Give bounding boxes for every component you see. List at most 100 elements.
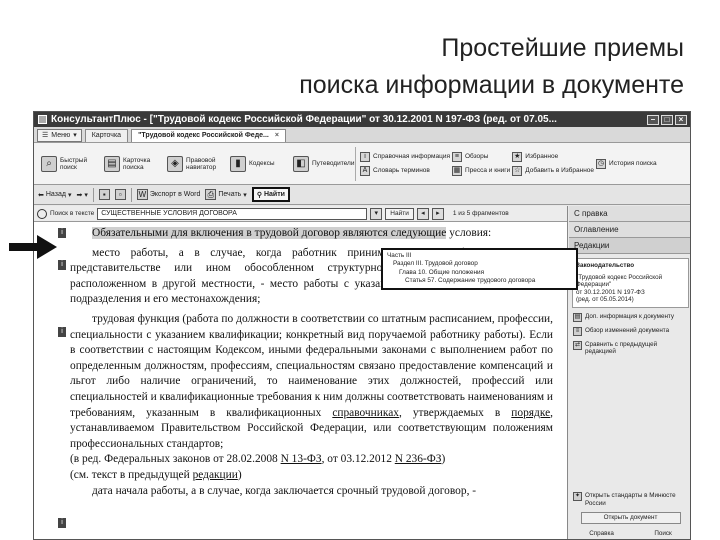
- side-footer: Справка Поиск: [569, 527, 690, 539]
- document-toolbar: ⬅ Назад ▾ ➡ ▾ ▪ ▫ W Экспорт в Word ⎙ Печ…: [34, 185, 690, 205]
- side-item-label: Доп. информация к документу: [585, 312, 675, 320]
- side-panel: С правка Оглавление Редакции Законодател…: [569, 206, 690, 539]
- folder-button[interactable]: ▫: [114, 189, 126, 200]
- window-title: КонсультантПлюс - ["Трудовой кодекс Росс…: [51, 114, 557, 125]
- side-box-title: Законодательство: [576, 262, 635, 269]
- tab-document[interactable]: "Трудовой кодекс Российской Феде... ×: [131, 129, 286, 142]
- edition-text: , от 03.12.2012: [321, 453, 392, 466]
- codes-button[interactable]: ▮ Кодексы: [227, 154, 288, 174]
- document-icon: ▤: [573, 312, 582, 322]
- tab-contents[interactable]: Оглавление: [569, 222, 690, 238]
- back-button[interactable]: ⬅ Назад ▾: [38, 191, 71, 199]
- menu-button[interactable]: ☰ Меню ▾: [37, 129, 82, 142]
- info-icon[interactable]: i: [58, 518, 66, 528]
- side-item-label: Сравнить с предыдущей редакцией: [585, 340, 658, 356]
- next-fragment-icon[interactable]: ▸: [431, 207, 444, 220]
- close-icon[interactable]: ×: [275, 132, 279, 139]
- previous-edition-note: (см. текст в предыдущей редакции): [70, 468, 553, 484]
- ribbon: ⌕ Быстрый поиск ▤ Карточка поиска ◈ Прав…: [34, 143, 690, 185]
- search-card-label: Карточка поиска: [123, 156, 151, 171]
- prev-fragment-icon[interactable]: ◂: [416, 207, 429, 220]
- side-item-standards[interactable]: ✦ Открыть стандарты в Минюсте России: [573, 492, 688, 507]
- guides-label: Путеводители: [312, 160, 355, 167]
- prev-edition-text: ): [237, 468, 242, 481]
- side-panel-bottom: ✦ Открыть стандарты в Минюсте России Отк…: [569, 487, 690, 539]
- close-button[interactable]: ×: [675, 114, 687, 125]
- legal-navigator-button[interactable]: ◈ Правовой навигатор: [164, 154, 225, 174]
- legal-navigator-label: Правовой навигатор: [186, 156, 217, 171]
- ribbon-links-1: i Справочная информация A Словарь термин…: [360, 151, 450, 176]
- search-icon: [37, 208, 47, 219]
- link-previous-edition[interactable]: редакции: [193, 469, 238, 481]
- tab-label: "Трудовой кодекс Российской Феде...: [138, 132, 269, 139]
- print-button[interactable]: ⎙ Печать ▾: [205, 189, 247, 200]
- side-item-extra-info[interactable]: ▤ Доп. информация к документу: [573, 312, 688, 322]
- navigator-icon: ◈: [167, 155, 183, 172]
- side-box-text: от 30.12.2001 N 197-ФЗ: [576, 288, 645, 296]
- reviews-link[interactable]: ≡ Обзоры: [451, 151, 510, 162]
- quick-search-button[interactable]: ⌕ Быстрый поиск: [38, 154, 99, 174]
- tooltip-line: Статья 57. Содержание трудового договора: [405, 277, 536, 285]
- side-item-label: Открыть стандарты в Минюсте России: [585, 492, 676, 507]
- export-word-label: Экспорт в Word: [149, 191, 201, 198]
- glossary-label: Словарь терминов: [373, 167, 430, 174]
- reference-info-link[interactable]: i Справочная информация: [360, 151, 450, 162]
- pointer-arrow-icon: [9, 235, 57, 259]
- info-icon[interactable]: i: [58, 327, 66, 337]
- side-item-compare[interactable]: ⇄ Сравнить с предыдущей редакцией: [573, 340, 688, 356]
- review-icon: ≡: [573, 326, 582, 336]
- codes-label: Кодексы: [249, 160, 275, 167]
- tooltip-line: Раздел III. Трудовой договор: [393, 260, 478, 268]
- dictionary-icon: A: [360, 165, 370, 176]
- info-icon: i: [360, 151, 370, 162]
- link-procedure[interactable]: порядке: [511, 407, 550, 419]
- quick-search-label: Быстрый поиск: [60, 156, 88, 171]
- maximize-button[interactable]: □: [661, 114, 673, 125]
- minimize-button[interactable]: –: [647, 114, 659, 125]
- save-button[interactable]: ▪: [98, 189, 110, 200]
- side-box-text: "Трудовой кодекс Российской Федерации": [576, 273, 663, 289]
- help-link[interactable]: Справка: [589, 530, 614, 537]
- info-icon[interactable]: i: [58, 228, 66, 238]
- glossary-link[interactable]: A Словарь терминов: [360, 165, 450, 176]
- tab-label: Карточка: [91, 132, 122, 139]
- search-input[interactable]: [97, 207, 368, 220]
- prev-edition-text: (см. текст в предыдущей: [70, 468, 190, 481]
- dropdown-icon[interactable]: ▾: [370, 207, 383, 220]
- tab-reference[interactable]: С правка: [569, 206, 690, 222]
- history-icon: ◷: [596, 158, 607, 169]
- forward-button[interactable]: ➡ ▾: [76, 191, 87, 199]
- info-icon[interactable]: i: [58, 260, 66, 270]
- link-law-236[interactable]: N 236-ФЗ: [395, 453, 442, 465]
- document-info-box: Законодательство "Трудовой кодекс Россий…: [572, 258, 689, 308]
- side-item-changes-review[interactable]: ≡ Обзор изменений документа: [573, 326, 688, 336]
- edition-note: (в ред. Федеральных законов от 28.02.200…: [70, 452, 553, 468]
- press-link[interactable]: ▦ Пресса и книги: [451, 165, 510, 176]
- link-handbooks[interactable]: справочниках: [332, 407, 399, 419]
- tab-card[interactable]: Карточка: [84, 129, 129, 142]
- open-document-button[interactable]: Открыть документ: [580, 512, 681, 524]
- search-find-button[interactable]: Найти: [385, 207, 414, 220]
- paragraph-1: Обязательными для включения в трудовой д…: [70, 226, 553, 242]
- search-link[interactable]: Поиск: [654, 530, 671, 537]
- back-label: Назад: [45, 191, 66, 198]
- tab-editions[interactable]: Редакции: [569, 238, 690, 254]
- search-history-label: История поиска: [609, 160, 657, 167]
- slide-title-line2: поиска информации в документе: [299, 71, 684, 99]
- link-law-13[interactable]: N 13-ФЗ: [281, 453, 322, 465]
- paragraph-3-text: , утверждаемых в: [398, 406, 501, 419]
- side-box-text: (ред. от 05.05.2014): [576, 296, 634, 303]
- export-word-button[interactable]: W Экспорт в Word: [136, 189, 201, 200]
- find-button[interactable]: ⚲ Найти: [251, 187, 290, 202]
- guides-button[interactable]: ◧ Путеводители: [290, 154, 355, 174]
- favorites-link[interactable]: ★ Избранное: [512, 151, 594, 162]
- paragraph-1-rest: условия:: [449, 227, 492, 239]
- search-history-link[interactable]: ◷ История поиска: [596, 158, 657, 169]
- chevron-down-icon: ▾: [73, 132, 77, 139]
- search-card-icon: ▤: [104, 155, 120, 172]
- add-favorites-link[interactable]: ☆ Добавить в Избранное: [512, 165, 594, 176]
- paragraph-3: трудовая функция (работа по должности в …: [70, 312, 553, 452]
- toolbar-separator: [130, 187, 132, 202]
- paragraph-4: дата начала работы, а в случае, когда за…: [92, 484, 477, 497]
- search-card-button[interactable]: ▤ Карточка поиска: [101, 154, 162, 174]
